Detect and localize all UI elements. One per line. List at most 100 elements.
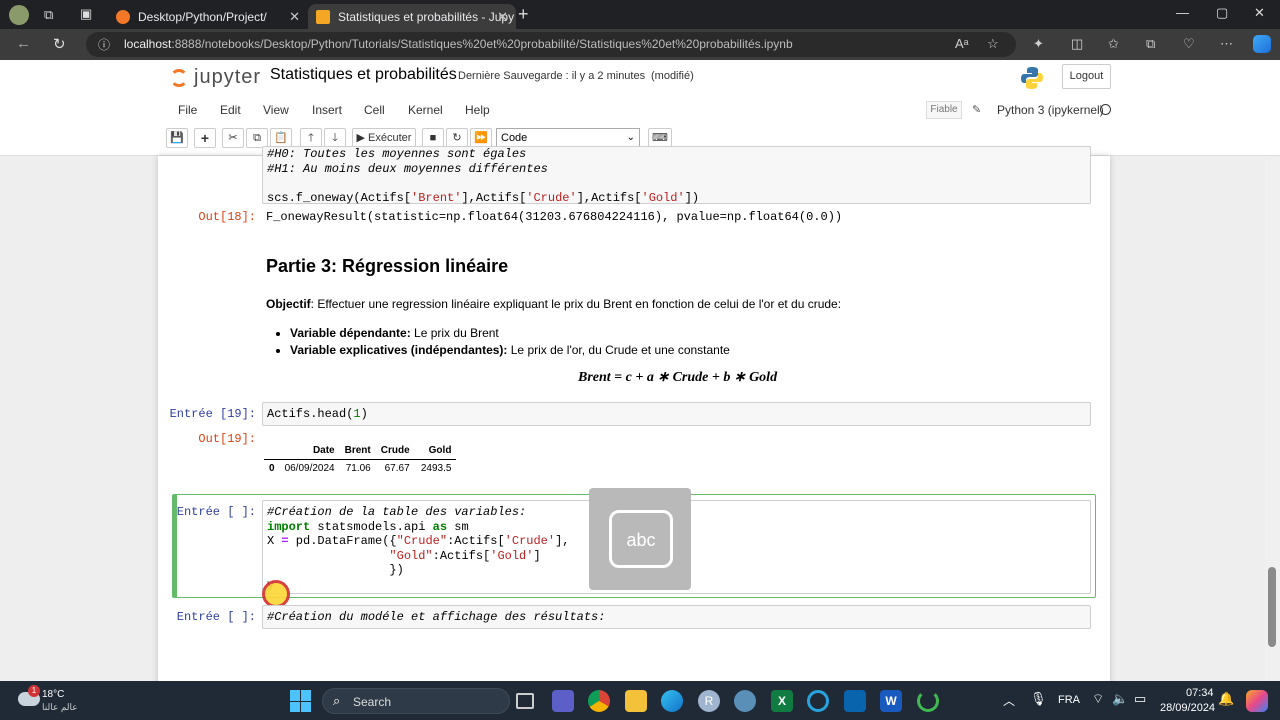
- battery-icon[interactable]: ▭: [1134, 691, 1146, 707]
- show-hidden-icons[interactable]: ︿: [1003, 692, 1015, 709]
- code-comment-h1: #H1: Au moins deux moyennes différentes: [267, 161, 548, 176]
- minimize-icon[interactable]: —: [1176, 5, 1189, 20]
- logout-button[interactable]: Logout: [1062, 64, 1111, 89]
- copilot-taskbar-icon[interactable]: [1246, 690, 1268, 712]
- clock-date[interactable]: 28/09/2024: [1160, 702, 1215, 714]
- volume-icon[interactable]: 🔈: [1112, 691, 1128, 707]
- menu-help[interactable]: Help: [465, 103, 490, 117]
- split-screen-icon[interactable]: ◫: [1071, 36, 1083, 52]
- interrupt-button[interactable]: ■: [422, 128, 444, 148]
- wifi-icon[interactable]: ⌔: [1092, 691, 1104, 707]
- file-explorer-icon[interactable]: [625, 690, 647, 712]
- site-info-icon[interactable]: ⓘ: [98, 36, 110, 53]
- jupyter-page: jupyter Statistiques et probabilités Der…: [0, 60, 1280, 681]
- outlook-icon[interactable]: [844, 690, 866, 712]
- code-cell-head[interactable]: Actifs.head(1): [262, 402, 1091, 426]
- paste-button[interactable]: 📋: [270, 128, 292, 148]
- save-button[interactable]: 💾: [166, 128, 188, 148]
- copy-button[interactable]: ⧉: [246, 128, 268, 148]
- tab-project-folder[interactable]: Desktop/Python/Project/ ✕: [108, 4, 308, 29]
- python-logo-icon: [1021, 67, 1043, 89]
- favorites-icon[interactable]: ✩: [1108, 36, 1119, 52]
- run-button[interactable]: ▶ Exécuter: [352, 128, 416, 148]
- menu-edit[interactable]: Edit: [220, 103, 241, 117]
- close-tab-icon[interactable]: ✕: [289, 9, 300, 25]
- workspaces-icon[interactable]: ⧉: [44, 7, 53, 23]
- menu-insert[interactable]: Insert: [312, 103, 342, 117]
- fast-forward-icon: ⏩: [474, 132, 488, 144]
- mouse-cursor-highlight: [262, 580, 290, 608]
- code-comment-h0: #H0: Toutes les moyennes sont égales: [267, 147, 527, 161]
- objective-text: Objectif: Effectuer une regression linéa…: [266, 297, 842, 311]
- r-app-icon[interactable]: R: [698, 690, 720, 712]
- menu-file[interactable]: File: [178, 103, 197, 117]
- collections-icon[interactable]: ⧉: [1146, 36, 1155, 52]
- favorite-star-icon[interactable]: ☆: [987, 36, 999, 52]
- search-icon: ⌕: [333, 693, 341, 708]
- paste-icon: 📋: [274, 132, 288, 144]
- read-aloud-icon[interactable]: Aᵃ: [955, 36, 969, 51]
- url-bar[interactable]: localhost:8888/notebooks/Desktop/Python/…: [86, 32, 1016, 57]
- cell-type-select[interactable]: Code ⌄: [496, 128, 640, 148]
- start-button[interactable]: [290, 690, 312, 712]
- search-box[interactable]: ⌕ Search: [322, 688, 510, 714]
- microphone-icon[interactable]: 🎙: [1030, 691, 1047, 707]
- chrome-icon[interactable]: [588, 690, 610, 712]
- excel-icon[interactable]: X: [771, 690, 793, 712]
- scrollbar-thumb[interactable]: [1268, 567, 1276, 647]
- cortana-icon[interactable]: [807, 690, 829, 712]
- word-icon[interactable]: W: [880, 690, 902, 712]
- jupyter-header: jupyter Statistiques et probabilités Der…: [0, 60, 1280, 156]
- teams-icon[interactable]: [552, 690, 574, 712]
- menu-cell[interactable]: Cell: [364, 103, 385, 117]
- arrow-up-icon: 🡑: [308, 132, 314, 144]
- task-view-icon[interactable]: [516, 693, 534, 709]
- cut-button[interactable]: ✂: [222, 128, 244, 148]
- weather-widget[interactable]: 1 18°C عالم عالنا: [14, 685, 94, 715]
- url-host: localhost: [124, 37, 172, 51]
- kernel-name[interactable]: Python 3 (ipykernel): [997, 103, 1104, 117]
- restart-run-all-button[interactable]: ⏩: [470, 128, 492, 148]
- section-heading: Partie 3: Régression linéaire: [266, 256, 509, 276]
- code-cell-model[interactable]: #Création du modéle et affichage des rés…: [262, 605, 1091, 629]
- out18-text: F_onewayResult(statistic=np.float64(3120…: [266, 210, 843, 224]
- move-down-button[interactable]: 🡓: [324, 128, 346, 148]
- refresh-icon[interactable]: ↻: [53, 35, 66, 53]
- close-window-icon[interactable]: ✕: [1254, 5, 1265, 21]
- start-icon-pane: [290, 690, 300, 701]
- jupyter-logo[interactable]: jupyter: [170, 66, 261, 89]
- list-item: Variable explicatives (indépendantes): L…: [290, 343, 730, 357]
- browser-essentials-icon[interactable]: ♡: [1183, 36, 1195, 52]
- tab-statistiques-notebook[interactable]: Statistiques et probabilités - Jupy ✕: [308, 4, 516, 29]
- tab-actions-icon[interactable]: ▣: [80, 6, 92, 22]
- menu-view[interactable]: View: [263, 103, 289, 117]
- trusted-badge[interactable]: Fiable: [926, 101, 962, 119]
- more-menu-icon[interactable]: ⋯: [1220, 36, 1233, 52]
- app-loader-icon[interactable]: [917, 690, 939, 712]
- restart-button[interactable]: ↻: [446, 128, 468, 148]
- notification-bell-icon[interactable]: 🔔: [1218, 691, 1234, 707]
- move-up-button[interactable]: 🡑: [300, 128, 322, 148]
- menu-kernel[interactable]: Kernel: [408, 103, 443, 117]
- language-indicator[interactable]: FRA: [1058, 694, 1080, 706]
- notebook-title[interactable]: Statistiques et probabilités: [270, 66, 457, 84]
- close-tab-icon[interactable]: ✕: [497, 9, 508, 25]
- scissors-icon: ✂: [228, 132, 238, 144]
- code-cell-anova[interactable]: #H0: Toutes les moyennes sont égales #H1…: [262, 146, 1091, 205]
- table-header-row: Date Brent Crude Gold: [264, 442, 457, 460]
- save-icon: 💾: [170, 132, 184, 144]
- new-tab-icon[interactable]: +: [518, 4, 529, 25]
- extensions-icon[interactable]: ✦: [1033, 36, 1044, 52]
- jupyter-favicon-icon: [116, 9, 130, 24]
- globe-app-icon[interactable]: [734, 690, 756, 712]
- browser-tab-strip: ⧉ ▣ Desktop/Python/Project/ ✕ Statistiqu…: [0, 0, 1280, 29]
- maximize-icon[interactable]: ▢: [1216, 5, 1228, 21]
- clock-time[interactable]: 07:34: [1186, 687, 1214, 699]
- back-icon[interactable]: ←: [16, 35, 31, 52]
- weather-desc: عالم عالنا: [42, 702, 78, 712]
- profile-avatar[interactable]: [9, 5, 29, 25]
- insert-cell-button[interactable]: +: [194, 128, 216, 148]
- edge-icon[interactable]: [661, 690, 683, 712]
- copilot-icon[interactable]: [1253, 35, 1271, 53]
- command-palette-button[interactable]: ⌨: [648, 128, 672, 148]
